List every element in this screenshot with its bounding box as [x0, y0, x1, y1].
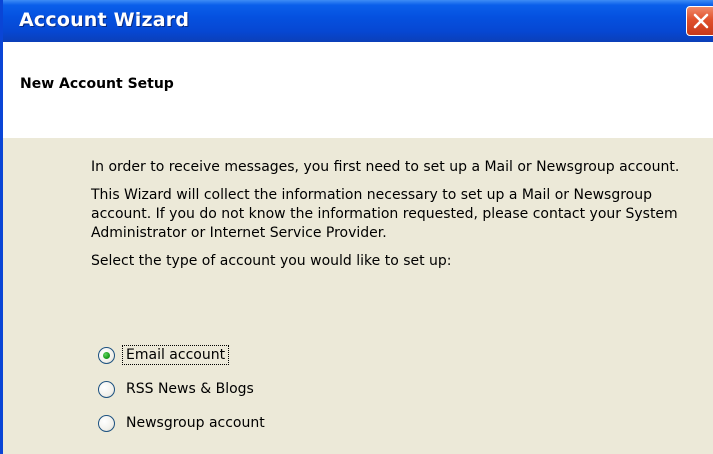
- option-newsgroup-account[interactable]: Newsgroup account: [98, 406, 268, 440]
- account-type-options: Email account RSS News & Blogs Newsgroup…: [98, 338, 268, 440]
- header-panel: New Account Setup: [3, 42, 713, 138]
- page-title: New Account Setup: [20, 76, 174, 92]
- close-button[interactable]: [686, 6, 713, 36]
- option-email-account[interactable]: Email account: [98, 338, 268, 372]
- divider: [3, 137, 713, 138]
- email-account-label[interactable]: Email account: [121, 345, 230, 365]
- title-bar[interactable]: Account Wizard: [3, 0, 713, 42]
- email-account-radio[interactable]: [98, 346, 115, 364]
- newsgroup-account-radio[interactable]: [98, 414, 115, 432]
- rss-news-blogs-label[interactable]: RSS News & Blogs: [123, 380, 257, 398]
- option-rss-news-blogs[interactable]: RSS News & Blogs: [98, 372, 268, 406]
- select-prompt: Select the type of account you would lik…: [91, 253, 452, 269]
- info-paragraph: This Wizard will collect the information…: [91, 187, 678, 241]
- newsgroup-account-label[interactable]: Newsgroup account: [123, 414, 268, 432]
- wizard-description: In order to receive messages, you first …: [91, 158, 691, 280]
- window-title: Account Wizard: [19, 9, 190, 31]
- intro-paragraph: In order to receive messages, you first …: [91, 159, 680, 175]
- rss-news-blogs-radio[interactable]: [98, 380, 115, 398]
- close-icon: [693, 13, 709, 29]
- account-wizard-window: Account Wizard New Account Setup In orde…: [0, 0, 713, 454]
